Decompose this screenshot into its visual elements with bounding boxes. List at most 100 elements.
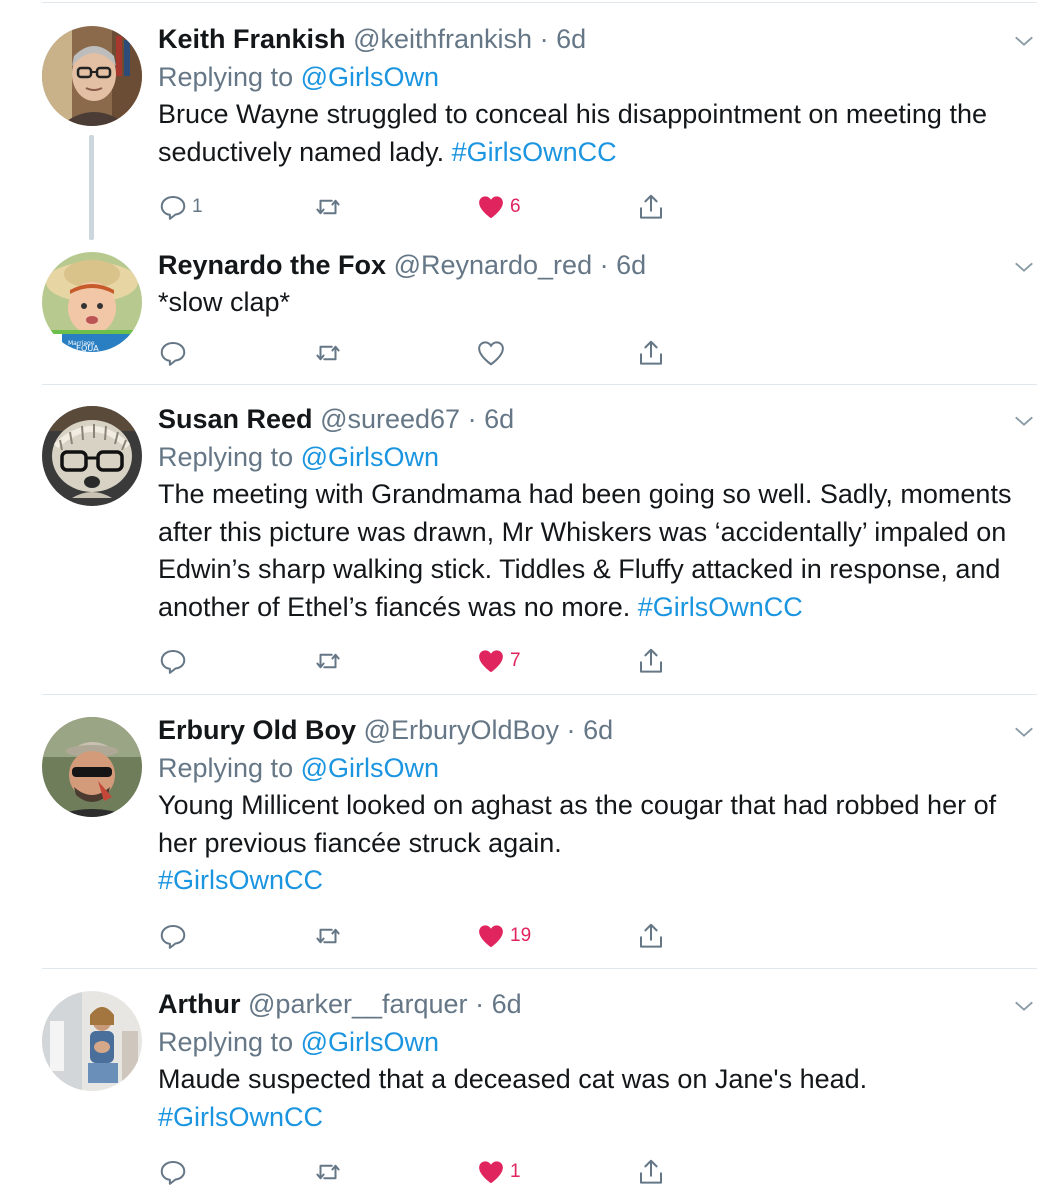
timestamp[interactable]: 6d xyxy=(616,250,646,280)
tweet-text-line: Edwin’s sharp walking stick. Tiddles & F… xyxy=(158,554,1001,584)
hashtag-link[interactable]: #GirlsOwnCC xyxy=(158,862,1035,900)
like-count: 19 xyxy=(510,925,532,946)
avatar-susan-reed[interactable] xyxy=(42,406,142,506)
tweet-arthur[interactable]: Arthur @parker__farquer · 6d Replying to… xyxy=(158,985,1035,1136)
user-handle[interactable]: @parker__farquer xyxy=(248,989,468,1019)
retweet-button[interactable] xyxy=(313,333,347,373)
separator: · xyxy=(467,404,477,434)
like-button[interactable]: 7 xyxy=(476,641,521,681)
timestamp[interactable]: 6d xyxy=(492,989,522,1019)
avatar-erbury-old-boy[interactable] xyxy=(42,717,142,817)
divider xyxy=(42,694,1037,695)
heart-icon xyxy=(478,341,504,366)
like-button[interactable]: 19 xyxy=(476,916,531,956)
tweet-text: Young Millicent looked on aghast as the … xyxy=(158,787,1035,900)
thread-line xyxy=(89,135,94,240)
tweet-actions: 7 xyxy=(158,641,698,681)
tweet-text-line: seductively named lady. #GirlsOwnCC xyxy=(158,136,617,167)
replying-label: Replying to xyxy=(158,62,294,92)
timestamp[interactable]: 6d xyxy=(556,24,586,54)
retweet-icon xyxy=(316,345,340,361)
retweet-icon xyxy=(316,928,340,944)
share-icon xyxy=(640,923,662,948)
retweet-button[interactable] xyxy=(313,1152,347,1192)
timestamp[interactable]: 6d xyxy=(583,715,613,745)
user-handle[interactable]: @keithfrankish xyxy=(353,24,532,54)
replying-to: Replying to @GirlsOwn xyxy=(158,58,1035,96)
share-icon xyxy=(640,340,662,365)
separator: · xyxy=(475,989,485,1019)
tweet-actions: 19 xyxy=(158,916,698,956)
hashtag-link[interactable]: #GirlsOwnCC xyxy=(638,592,803,622)
like-button[interactable] xyxy=(476,333,510,373)
user-handle[interactable]: @Reynardo_red xyxy=(394,250,593,280)
separator: · xyxy=(566,715,576,745)
mention-link[interactable]: @GirlsOwn xyxy=(301,62,439,92)
avatar-keith-frankish[interactable] xyxy=(42,26,142,126)
like-button[interactable]: 1 xyxy=(476,1152,521,1192)
tweet-text-line: Bruce Wayne struggled to conceal his dis… xyxy=(158,99,987,129)
mention-link[interactable]: @GirlsOwn xyxy=(301,753,439,783)
hashtag-link[interactable]: #GirlsOwnCC xyxy=(158,1099,1035,1137)
reply-icon xyxy=(160,342,186,366)
reply-button[interactable] xyxy=(158,916,192,956)
reply-icon xyxy=(160,1161,186,1185)
like-count: 7 xyxy=(510,650,521,671)
replying-label: Replying to xyxy=(158,442,294,472)
timestamp[interactable]: 6d xyxy=(484,404,514,434)
chevron-down-icon[interactable] xyxy=(1013,30,1035,52)
tweet-text-line: Young Millicent looked on aghast as the … xyxy=(158,790,997,820)
share-button[interactable] xyxy=(636,187,666,227)
reply-button[interactable]: 1 xyxy=(158,187,203,227)
tweet-reynardo-the-fox[interactable]: Reynardo the Fox @Reynardo_red · 6d *slo… xyxy=(158,246,1035,322)
tweet-text: Maude suspected that a deceased cat was … xyxy=(158,1061,1035,1136)
retweet-button[interactable] xyxy=(313,916,347,956)
share-button[interactable] xyxy=(636,641,666,681)
tweet-text: The meeting with Grandmama had been goin… xyxy=(158,476,1035,626)
share-button[interactable] xyxy=(636,333,666,373)
replying-to: Replying to @GirlsOwn xyxy=(158,1023,1035,1061)
tweet-susan-reed[interactable]: Susan Reed @sureed67 · 6d Replying to @G… xyxy=(158,400,1035,626)
tweet-header: Erbury Old Boy @ErburyOldBoy · 6d xyxy=(158,711,1035,749)
share-button[interactable] xyxy=(636,916,666,956)
tweet-header: Susan Reed @sureed67 · 6d xyxy=(158,400,1035,438)
heart-icon xyxy=(479,1161,503,1184)
reply-button[interactable] xyxy=(158,333,192,373)
reply-button[interactable] xyxy=(158,641,192,681)
display-name[interactable]: Reynardo the Fox xyxy=(158,250,386,280)
display-name[interactable]: Arthur xyxy=(158,989,241,1019)
chevron-down-icon[interactable] xyxy=(1013,721,1035,743)
mention-link[interactable]: @GirlsOwn xyxy=(301,1027,439,1057)
avatar-reynardo-the-fox[interactable]: Marriage EQUA xyxy=(42,252,142,352)
retweet-icon xyxy=(316,653,340,669)
display-name[interactable]: Erbury Old Boy xyxy=(158,715,356,745)
user-handle[interactable]: @ErburyOldBoy xyxy=(364,715,559,745)
reply-icon xyxy=(160,196,186,220)
mention-link[interactable]: @GirlsOwn xyxy=(301,442,439,472)
display-name[interactable]: Keith Frankish xyxy=(158,24,346,54)
tweet-keith-frankish[interactable]: Keith Frankish @keithfrankish · 6d Reply… xyxy=(158,20,1035,171)
tweet-actions: 1 6 xyxy=(158,187,698,227)
like-button[interactable]: 6 xyxy=(476,187,521,227)
user-handle[interactable]: @sureed67 xyxy=(320,404,460,434)
hashtag-link[interactable]: #GirlsOwnCC xyxy=(452,137,617,167)
share-button[interactable] xyxy=(636,1152,666,1192)
display-name[interactable]: Susan Reed xyxy=(158,404,313,434)
tweet-text-line: *slow clap* xyxy=(158,287,291,317)
tweet-text-line: another of Ethel’s fiancés was no more. … xyxy=(158,591,803,622)
divider xyxy=(42,968,1037,969)
chevron-down-icon[interactable] xyxy=(1013,995,1035,1017)
retweet-button[interactable] xyxy=(313,187,347,227)
tweet-erbury-old-boy[interactable]: Erbury Old Boy @ErburyOldBoy · 6d Replyi… xyxy=(158,711,1035,900)
chevron-down-icon[interactable] xyxy=(1013,256,1035,278)
avatar-arthur[interactable] xyxy=(42,991,142,1091)
retweet-button[interactable] xyxy=(313,641,347,681)
tweet-text: Bruce Wayne struggled to conceal his dis… xyxy=(158,96,1035,171)
replying-to: Replying to @GirlsOwn xyxy=(158,438,1035,476)
heart-icon xyxy=(479,196,503,219)
chevron-down-icon[interactable] xyxy=(1013,410,1035,432)
reply-icon xyxy=(160,650,186,674)
tweet-header: Arthur @parker__farquer · 6d xyxy=(158,985,1035,1023)
divider xyxy=(42,2,1037,3)
reply-button[interactable] xyxy=(158,1152,192,1192)
